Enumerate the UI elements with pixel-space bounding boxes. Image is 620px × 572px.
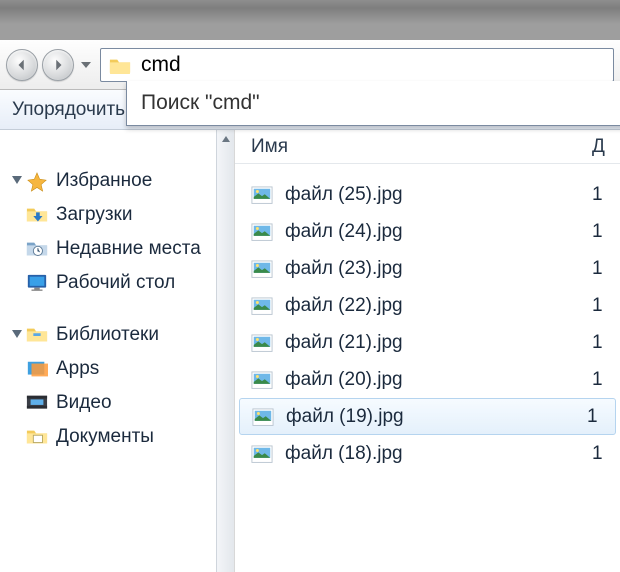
image-thumb-icon (251, 186, 273, 204)
documents-icon (26, 427, 48, 447)
sidebar: Избранное Загрузки Недавние места Рабочи… (0, 130, 235, 572)
file-row[interactable]: файл (24).jpg1 (235, 213, 620, 250)
image-thumb-icon (251, 334, 273, 352)
navigation-row: Поиск "cmd" (0, 40, 620, 90)
favorites-label: Избранное (56, 170, 152, 192)
apps-icon (26, 359, 48, 379)
sidebar-libraries-header[interactable]: Библиотеки (0, 318, 234, 352)
file-name: файл (19).jpg (286, 406, 587, 428)
libraries-label: Библиотеки (56, 324, 159, 346)
sidebar-item-label: Недавние места (56, 238, 201, 260)
sidebar-item-video[interactable]: Видео (0, 386, 234, 420)
column-date[interactable]: Д (592, 136, 620, 158)
image-thumb-icon (251, 371, 273, 389)
column-name[interactable]: Имя (251, 136, 592, 158)
window-titlebar (0, 0, 620, 40)
address-input[interactable] (141, 53, 605, 77)
image-thumb-icon (251, 297, 273, 315)
sidebar-item-label: Документы (56, 426, 154, 448)
recent-icon (26, 239, 48, 259)
file-row[interactable]: файл (25).jpg1 (235, 176, 620, 213)
downloads-icon (26, 205, 48, 225)
sidebar-item-apps[interactable]: Apps (0, 352, 234, 386)
sidebar-item-documents[interactable]: Документы (0, 420, 234, 454)
file-name: файл (18).jpg (285, 443, 592, 465)
file-date-col: 1 (587, 406, 615, 428)
file-date-col: 1 (592, 443, 620, 465)
image-thumb-icon (251, 260, 273, 278)
image-thumb-icon (252, 408, 274, 426)
libraries-icon (26, 325, 48, 345)
sidebar-item-label: Рабочий стол (56, 272, 175, 294)
image-thumb-icon (251, 445, 273, 463)
sidebar-favorites-header[interactable]: Избранное (0, 164, 234, 198)
organize-label: Упорядочить (12, 99, 125, 121)
file-date-col: 1 (592, 221, 620, 243)
scroll-up-icon[interactable] (217, 130, 234, 148)
organize-menu[interactable]: Упорядочить (6, 99, 143, 121)
file-row[interactable]: файл (18).jpg1 (235, 435, 620, 472)
file-date-col: 1 (592, 369, 620, 391)
image-thumb-icon (251, 223, 273, 241)
file-date-col: 1 (592, 184, 620, 206)
file-list-pane: Имя Д файл (25).jpg1файл (24).jpg1файл (… (235, 130, 620, 572)
nav-history-dropdown[interactable] (78, 52, 94, 78)
file-row[interactable]: файл (21).jpg1 (235, 324, 620, 361)
file-name: файл (22).jpg (285, 295, 592, 317)
folder-icon (109, 56, 131, 74)
sidebar-scrollbar[interactable] (216, 130, 234, 572)
file-date-col: 1 (592, 295, 620, 317)
back-button[interactable] (6, 49, 38, 81)
file-name: файл (23).jpg (285, 258, 592, 280)
file-row[interactable]: файл (23).jpg1 (235, 250, 620, 287)
file-name: файл (20).jpg (285, 369, 592, 391)
sidebar-item-desktop[interactable]: Рабочий стол (0, 266, 234, 300)
sidebar-item-recent[interactable]: Недавние места (0, 232, 234, 266)
sidebar-item-label: Видео (56, 392, 112, 414)
file-name: файл (24).jpg (285, 221, 592, 243)
desktop-icon (26, 273, 48, 293)
file-row[interactable]: файл (22).jpg1 (235, 287, 620, 324)
star-icon (26, 171, 48, 191)
sidebar-item-label: Apps (56, 358, 99, 380)
file-date-col: 1 (592, 332, 620, 354)
file-row[interactable]: файл (19).jpg1 (239, 398, 616, 435)
sidebar-item-downloads[interactable]: Загрузки (0, 198, 234, 232)
file-date-col: 1 (592, 258, 620, 280)
column-header-row[interactable]: Имя Д (235, 130, 620, 164)
video-icon (26, 393, 48, 413)
address-suggestion[interactable]: Поиск "cmd" (126, 81, 620, 126)
sidebar-item-label: Загрузки (56, 204, 132, 226)
forward-button[interactable] (42, 49, 74, 81)
file-name: файл (25).jpg (285, 184, 592, 206)
address-bar[interactable] (100, 48, 614, 82)
file-row[interactable]: файл (20).jpg1 (235, 361, 620, 398)
file-name: файл (21).jpg (285, 332, 592, 354)
